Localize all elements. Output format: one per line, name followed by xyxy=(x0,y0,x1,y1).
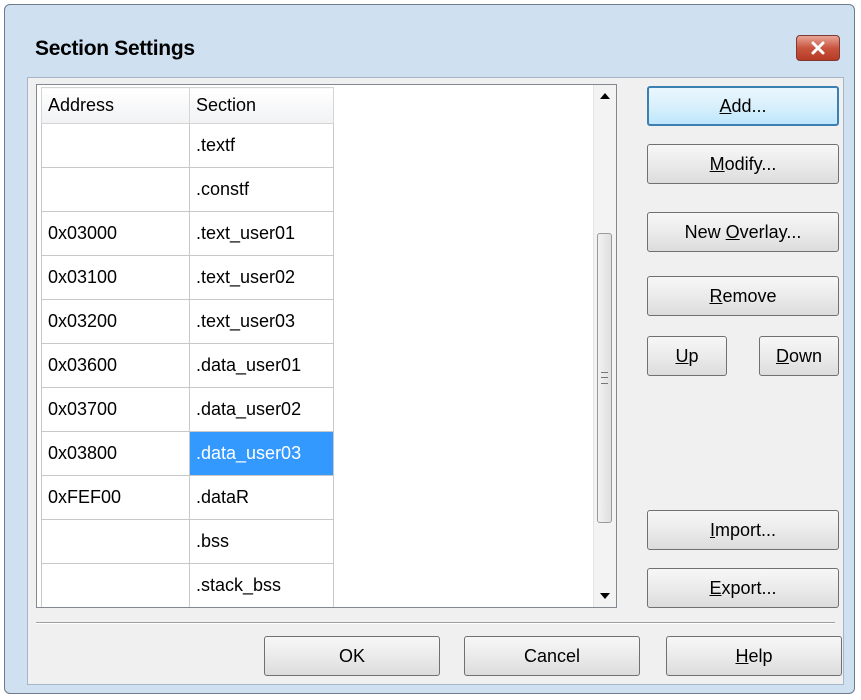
table-row[interactable]: 0x03600 .data_user01 xyxy=(41,343,334,388)
remove-button[interactable]: Remove xyxy=(647,276,839,316)
address-cell[interactable]: 0x03200 xyxy=(41,299,190,344)
grid-area: Address Section .textf .constf 0x03000 .tex… xyxy=(37,85,595,607)
section-cell[interactable]: .data_user01 xyxy=(189,343,334,388)
address-cell[interactable]: 0x03800 xyxy=(41,431,190,476)
close-button[interactable] xyxy=(796,35,840,61)
address-cell[interactable] xyxy=(41,123,190,168)
help-button[interactable]: Help xyxy=(666,636,842,676)
table-row[interactable]: 0x03200 .text_user03 xyxy=(41,299,334,344)
section-settings-dialog: Section Settings Address Section .textf.… xyxy=(4,4,855,694)
address-cell[interactable]: 0xFEF00 xyxy=(41,475,190,520)
table-header-row: Address Section xyxy=(41,87,334,124)
address-cell[interactable]: 0x03000 xyxy=(41,211,190,256)
dialog-client-area: Address Section .textf .constf 0x03000 .tex… xyxy=(27,77,844,685)
address-cell[interactable]: 0x03100 xyxy=(41,255,190,300)
address-cell[interactable]: 0x03700 xyxy=(41,387,190,432)
close-icon xyxy=(811,41,825,55)
dialog-title: Section Settings xyxy=(35,37,195,60)
section-cell[interactable]: .dataR xyxy=(189,475,334,520)
button-label: OK xyxy=(338,645,365,666)
title-bar[interactable]: Section Settings xyxy=(5,5,854,75)
button-label: Import... xyxy=(709,519,777,540)
table-row[interactable]: 0x03100 .text_user02 xyxy=(41,255,334,300)
table-row[interactable]: .constf xyxy=(41,167,334,212)
separator-line xyxy=(36,622,835,624)
table-row[interactable]: 0x03800 .data_user03 xyxy=(41,431,334,476)
table-row[interactable]: .stack_bss xyxy=(41,563,334,607)
add-button[interactable]: Add... xyxy=(647,86,839,126)
scroll-down-button[interactable] xyxy=(594,585,616,607)
button-label: Modify... xyxy=(709,153,777,174)
up-button[interactable]: Up xyxy=(647,336,727,376)
new-overlay-button[interactable]: New Overlay... xyxy=(647,212,839,252)
section-cell[interactable]: .text_user03 xyxy=(189,299,334,344)
address-cell[interactable] xyxy=(41,167,190,212)
export-button[interactable]: Export... xyxy=(647,568,839,608)
address-cell[interactable]: 0x03600 xyxy=(41,343,190,388)
button-label: New Overlay... xyxy=(684,221,802,242)
vertical-scrollbar[interactable] xyxy=(593,85,616,607)
section-cell[interactable]: .textf xyxy=(189,123,334,168)
section-grid: Address Section .textf .constf 0x03000 .tex… xyxy=(36,84,617,608)
cancel-button[interactable]: Cancel xyxy=(464,636,640,676)
down-button[interactable]: Down xyxy=(759,336,839,376)
scroll-grip-icon xyxy=(601,372,608,384)
ok-button[interactable]: OK xyxy=(264,636,440,676)
table-row[interactable]: 0xFEF00 .dataR xyxy=(41,475,334,520)
section-cell[interactable]: .data_user03 xyxy=(189,431,334,476)
table-row[interactable]: .bss xyxy=(41,519,334,564)
section-cell[interactable]: .text_user01 xyxy=(189,211,334,256)
scroll-up-button[interactable] xyxy=(594,85,616,107)
address-cell[interactable] xyxy=(41,519,190,564)
section-cell[interactable]: .text_user02 xyxy=(189,255,334,300)
column-header-section[interactable]: Section xyxy=(189,87,334,124)
button-label: Help xyxy=(735,645,773,666)
table-row[interactable]: 0x03000 .text_user01 xyxy=(41,211,334,256)
button-label: Add... xyxy=(719,95,767,116)
address-cell[interactable] xyxy=(41,563,190,607)
button-label: Export... xyxy=(709,577,777,598)
button-label: Up xyxy=(675,345,699,366)
modify-button[interactable]: Modify... xyxy=(647,144,839,184)
button-label: Remove xyxy=(709,285,777,306)
button-label: Down xyxy=(775,345,823,366)
section-cell[interactable]: .data_user02 xyxy=(189,387,334,432)
scroll-thumb[interactable] xyxy=(597,233,612,523)
section-cell[interactable]: .stack_bss xyxy=(189,563,334,607)
column-header-address[interactable]: Address xyxy=(41,87,190,124)
button-label: Cancel xyxy=(523,645,581,666)
table-row[interactable]: 0x03700 .data_user02 xyxy=(41,387,334,432)
section-table: Address Section .textf .constf 0x03000 .tex… xyxy=(41,87,334,607)
scroll-up-arrow-icon xyxy=(600,93,610,99)
table-row[interactable]: .textf xyxy=(41,123,334,168)
import-button[interactable]: Import... xyxy=(647,510,839,550)
section-cell[interactable]: .constf xyxy=(189,167,334,212)
section-cell[interactable]: .bss xyxy=(189,519,334,564)
scroll-down-arrow-icon xyxy=(600,593,610,599)
table-body: .textf .constf 0x03000 .text_user01 0x03100.… xyxy=(41,123,334,607)
